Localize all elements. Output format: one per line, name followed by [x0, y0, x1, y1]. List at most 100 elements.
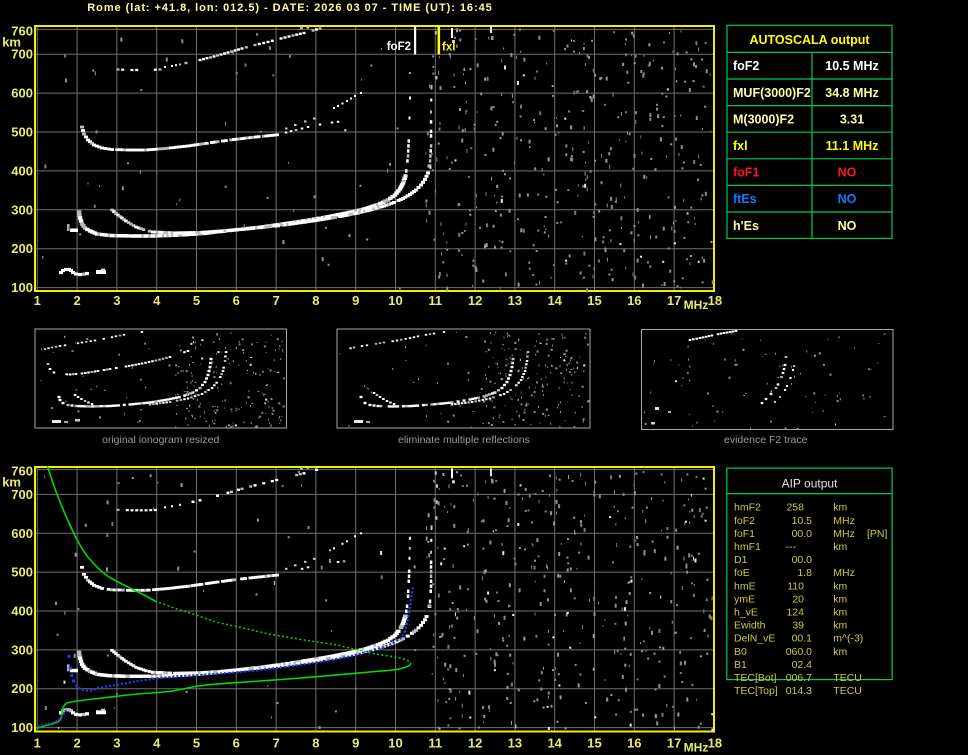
svg-text:12: 12: [468, 736, 482, 751]
svg-text:02.4: 02.4: [792, 659, 813, 671]
svg-text:foF2: foF2: [733, 59, 759, 73]
svg-text:500: 500: [11, 565, 33, 580]
svg-text:060.0: 060.0: [786, 646, 812, 658]
svg-text:11: 11: [428, 293, 442, 308]
svg-text:NO: NO: [838, 166, 857, 180]
svg-text:400: 400: [11, 163, 33, 178]
svg-text:14: 14: [547, 736, 562, 751]
svg-text:1.8: 1.8: [797, 567, 812, 579]
svg-text:DelN_vE: DelN_vE: [734, 633, 775, 645]
svg-text:00.1: 00.1: [792, 633, 813, 645]
svg-text:3: 3: [113, 736, 120, 751]
svg-text:fxl: fxl: [442, 42, 455, 54]
svg-text:300: 300: [11, 642, 33, 657]
svg-text:km: km: [833, 607, 847, 619]
svg-text:400: 400: [11, 604, 33, 619]
svg-text:18: 18: [708, 736, 722, 751]
svg-text:AIP output: AIP output: [782, 477, 838, 491]
svg-text:15: 15: [587, 736, 601, 751]
svg-text:m^(-3): m^(-3): [833, 633, 863, 645]
svg-text:006.7: 006.7: [786, 672, 812, 684]
svg-text:TEC[Bot]: TEC[Bot]: [734, 672, 777, 684]
svg-text:Rome (lat: +41.8, lon: 012.5): Rome (lat: +41.8, lon: 012.5) - DATE: 20…: [87, 2, 492, 14]
svg-text:500: 500: [11, 125, 33, 140]
svg-text:TEC[Top]: TEC[Top]: [734, 685, 778, 697]
svg-text:MHz: MHz: [684, 741, 709, 755]
svg-text:B1: B1: [734, 659, 747, 671]
svg-text:foF1: foF1: [733, 166, 759, 180]
svg-text:4: 4: [153, 736, 161, 751]
svg-text:700: 700: [11, 47, 33, 62]
svg-text:km: km: [833, 580, 847, 592]
svg-text:Ewidth: Ewidth: [734, 620, 766, 632]
svg-text:h_vE: h_vE: [734, 607, 758, 619]
svg-text:TECU: TECU: [833, 685, 862, 697]
svg-text:014.3: 014.3: [786, 685, 812, 697]
svg-text:4: 4: [153, 293, 161, 308]
svg-text:eliminate multiple reflections: eliminate multiple reflections: [398, 434, 530, 446]
svg-text:13: 13: [508, 293, 522, 308]
svg-text:1: 1: [34, 736, 41, 751]
svg-text:18: 18: [708, 293, 722, 308]
svg-text:original ionogram resized: original ionogram resized: [102, 434, 219, 446]
svg-text:hmF2: hmF2: [734, 502, 761, 514]
svg-text:TECU: TECU: [833, 672, 862, 684]
svg-text:16: 16: [627, 293, 641, 308]
svg-text:foF2: foF2: [387, 41, 411, 53]
svg-text:100: 100: [11, 720, 33, 735]
svg-text:[PN]: [PN]: [867, 528, 888, 540]
svg-text:11.1 MHz: 11.1 MHz: [826, 139, 879, 153]
svg-text:12: 12: [468, 293, 482, 308]
svg-text:7: 7: [272, 293, 279, 308]
svg-text:NO: NO: [838, 219, 857, 233]
svg-text:MUF(3000)F2: MUF(3000)F2: [733, 86, 811, 100]
svg-text:ymE: ymE: [734, 593, 755, 605]
svg-text:MHz: MHz: [684, 298, 709, 312]
svg-text:2: 2: [73, 293, 80, 308]
svg-text:124: 124: [786, 607, 804, 619]
svg-text:AUTOSCALA output: AUTOSCALA output: [749, 33, 870, 47]
svg-text:MHz: MHz: [833, 528, 855, 540]
svg-text:600: 600: [11, 86, 33, 101]
svg-text:17: 17: [667, 293, 681, 308]
svg-text:ftEs: ftEs: [733, 192, 757, 206]
svg-text:5: 5: [193, 293, 200, 308]
svg-text:km: km: [833, 541, 847, 553]
svg-text:20: 20: [792, 593, 804, 605]
svg-text:km: km: [833, 593, 847, 605]
svg-text:13: 13: [508, 736, 522, 751]
svg-text:00.0: 00.0: [792, 554, 813, 566]
svg-text:evidence F2 trace: evidence F2 trace: [724, 434, 808, 446]
svg-text:6: 6: [233, 293, 240, 308]
svg-text:hmE: hmE: [734, 580, 756, 592]
svg-text:hmF1: hmF1: [734, 541, 761, 553]
svg-text:110: 110: [787, 580, 804, 592]
svg-text:---: ---: [786, 541, 797, 553]
svg-text:200: 200: [11, 241, 33, 256]
svg-text:9: 9: [352, 736, 359, 751]
svg-text:17: 17: [667, 736, 681, 751]
svg-text:10: 10: [388, 293, 402, 308]
svg-text:7: 7: [272, 736, 279, 751]
svg-text:300: 300: [11, 202, 33, 217]
svg-text:700: 700: [11, 487, 33, 502]
svg-text:h'Es: h'Es: [733, 219, 759, 233]
svg-text:MHz: MHz: [833, 567, 855, 579]
svg-text:6: 6: [233, 736, 240, 751]
svg-text:11: 11: [428, 736, 442, 751]
svg-text:km: km: [833, 646, 847, 658]
svg-text:15: 15: [587, 293, 601, 308]
svg-text:10: 10: [388, 736, 402, 751]
svg-text:fxl: fxl: [733, 139, 748, 153]
svg-text:5: 5: [193, 736, 200, 751]
svg-text:258: 258: [786, 502, 804, 514]
svg-text:km: km: [833, 620, 847, 632]
svg-text:8: 8: [312, 293, 319, 308]
svg-text:39: 39: [792, 620, 804, 632]
svg-text:8: 8: [312, 736, 319, 751]
svg-text:200: 200: [11, 681, 33, 696]
svg-text:10.5: 10.5: [792, 515, 813, 527]
svg-text:3: 3: [113, 293, 120, 308]
svg-text:00.0: 00.0: [792, 528, 813, 540]
svg-text:10.5 MHz: 10.5 MHz: [825, 59, 879, 73]
